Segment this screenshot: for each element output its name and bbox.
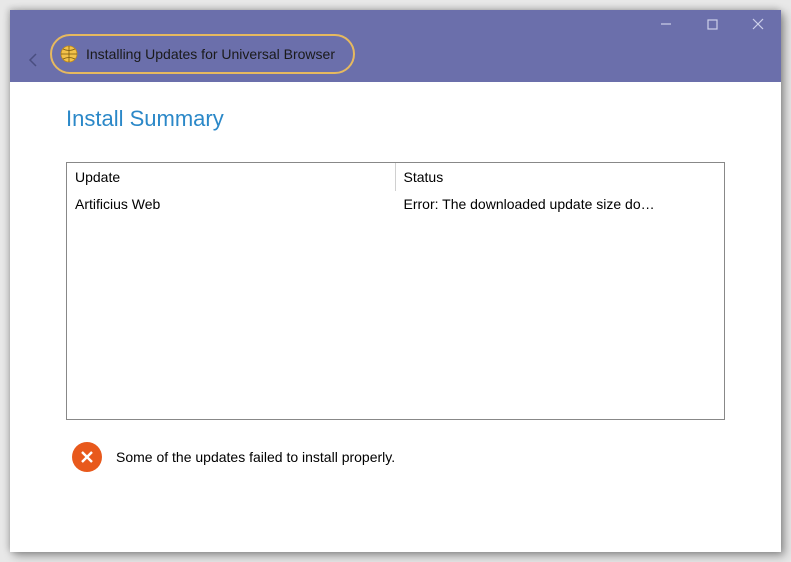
maximize-button[interactable] [689,10,735,38]
table-header: Update Status [67,163,724,191]
col-status-header[interactable]: Status [396,163,725,191]
footer-message: Some of the updates failed to install pr… [72,442,725,472]
title-pill: Installing Updates for Universal Browser [50,34,355,74]
footer-text: Some of the updates failed to install pr… [116,449,395,465]
summary-table: Update Status Artificius Web Error: The … [66,162,725,420]
cell-status: Error: The downloaded update size do… [396,196,725,212]
back-button[interactable] [20,46,48,74]
minimize-button[interactable] [643,10,689,38]
installer-window: Installing Updates for Universal Browser… [10,10,781,552]
titlebar: Installing Updates for Universal Browser [10,10,781,82]
globe-icon [60,45,78,63]
close-button[interactable] [735,10,781,38]
page-title: Install Summary [66,106,725,132]
window-controls [643,10,781,38]
col-update-header[interactable]: Update [67,163,396,191]
content-area: Install Summary Update Status Artificius… [10,82,781,552]
window-title: Installing Updates for Universal Browser [86,46,335,62]
table-row[interactable]: Artificius Web Error: The downloaded upd… [67,191,724,217]
cell-update: Artificius Web [67,196,396,212]
error-icon [72,442,102,472]
